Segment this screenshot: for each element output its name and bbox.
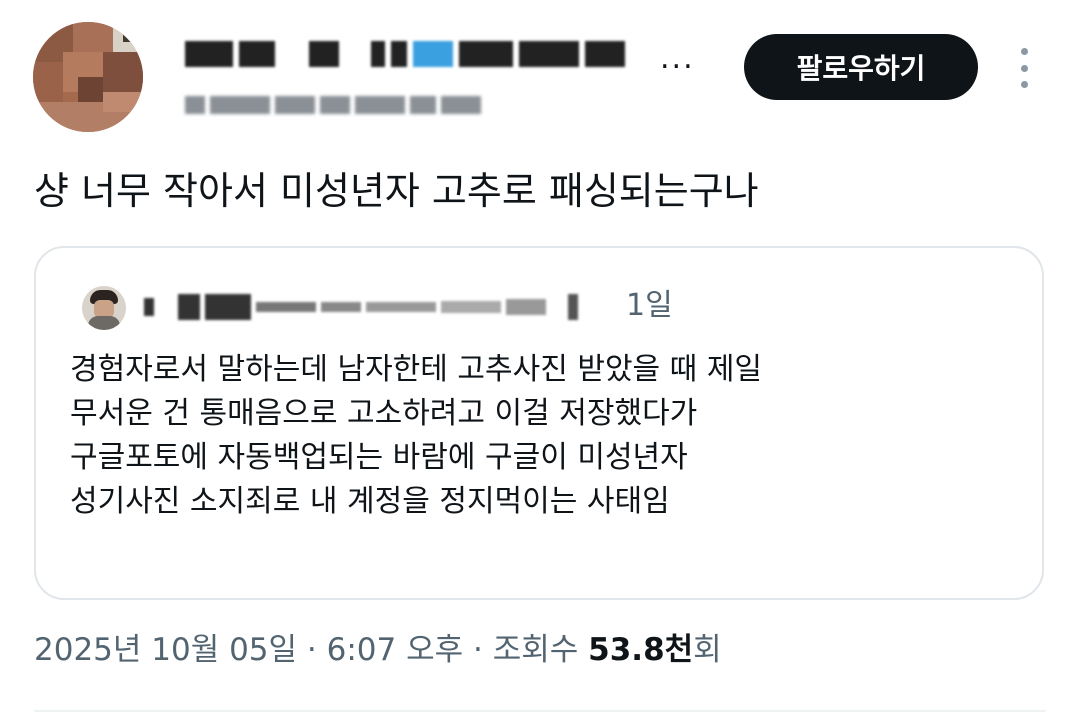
divider [34,710,1046,712]
views-label: 조회수 [492,632,579,668]
quoted-tweet-line: 무서운 건 통매음으로 고소하려고 이걸 저장했다가 [70,396,698,431]
author-avatar[interactable] [33,22,143,132]
author-handle-redacted[interactable] [185,90,495,120]
quoted-tweet-line: 경험자로서 말하는데 남자한테 고추사진 받았을 때 제일 [70,352,763,387]
meta-separator: · [306,632,317,668]
tweet-meta: 2025년 10월 05일 · 6:07 오후 · 조회수 53.8천회 [34,628,722,672]
quoted-author-avatar [82,286,126,330]
views-suffix: 회 [693,632,722,668]
more-vertical-icon[interactable] [1010,48,1038,88]
quoted-tweet-text: 경험자로서 말하는데 남자한테 고추사진 받았을 때 제일 무서운 건 통매음으… [70,348,1030,524]
tweet-date[interactable]: 2025년 10월 05일 [34,632,297,668]
display-name-truncation: ... [660,41,695,76]
tweet-time[interactable]: 6:07 오후 [327,632,464,668]
author-display-name-redacted[interactable] [185,32,655,76]
quoted-tweet-line: 구글포토에 자동백업되는 바람에 구글이 미성년자 [70,440,688,475]
quoted-tweet-card[interactable]: 1일 경험자로서 말하는데 남자한테 고추사진 받았을 때 제일 무서운 건 통… [34,246,1044,600]
quoted-author-name-redacted [144,290,614,324]
follow-button[interactable]: 팔로우하기 [744,34,978,100]
meta-separator: · [473,632,483,668]
tweet-text: 샹 너무 작아서 미성년자 고추로 패싱되는구나 [34,169,759,213]
views-count: 53.8천 [588,632,694,668]
quoted-tweet-line: 성기사진 소지죄로 내 계정을 정지먹이는 사태임 [70,484,670,519]
tweet-detail: ... 팔로우하기 샹 너무 작아서 미성년자 고추로 패싱되는구나 1일 경험… [0,0,1080,714]
quoted-tweet-date: 1일 [626,288,673,323]
